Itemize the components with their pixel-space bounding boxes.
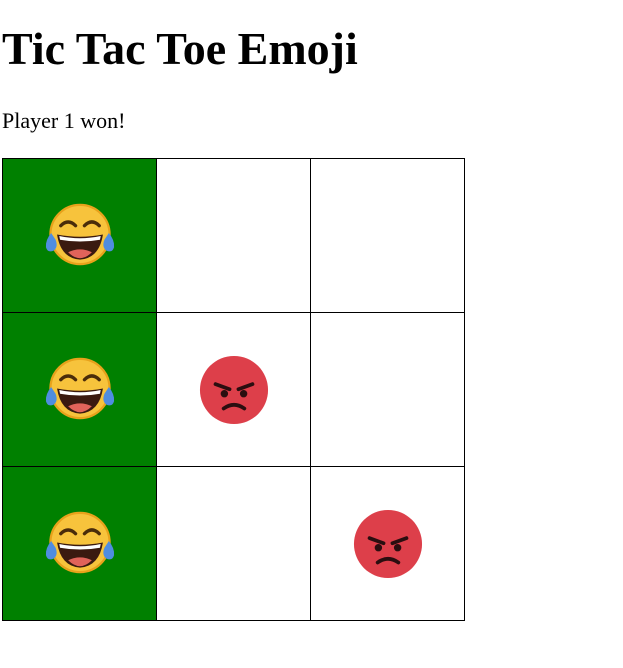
board-cell-1[interactable] bbox=[3, 159, 157, 313]
game-status: Player 1 won! bbox=[2, 108, 126, 133]
angry-face-icon bbox=[351, 507, 425, 581]
board-cell-3[interactable] bbox=[311, 159, 465, 313]
board-cell-6[interactable] bbox=[311, 313, 465, 467]
board-cell-9[interactable] bbox=[311, 467, 465, 621]
board-cell-4[interactable] bbox=[3, 313, 157, 467]
tears-of-joy-icon bbox=[43, 507, 117, 581]
board-cell-5[interactable] bbox=[157, 313, 311, 467]
page-title: Tic Tac Toe Emoji bbox=[2, 23, 358, 74]
board-cell-8[interactable] bbox=[157, 467, 311, 621]
board-cell-7[interactable] bbox=[3, 467, 157, 621]
tears-of-joy-icon bbox=[43, 353, 117, 427]
game-board bbox=[2, 158, 465, 621]
tears-of-joy-icon bbox=[43, 199, 117, 273]
angry-face-icon bbox=[197, 353, 271, 427]
board-cell-2[interactable] bbox=[157, 159, 311, 313]
